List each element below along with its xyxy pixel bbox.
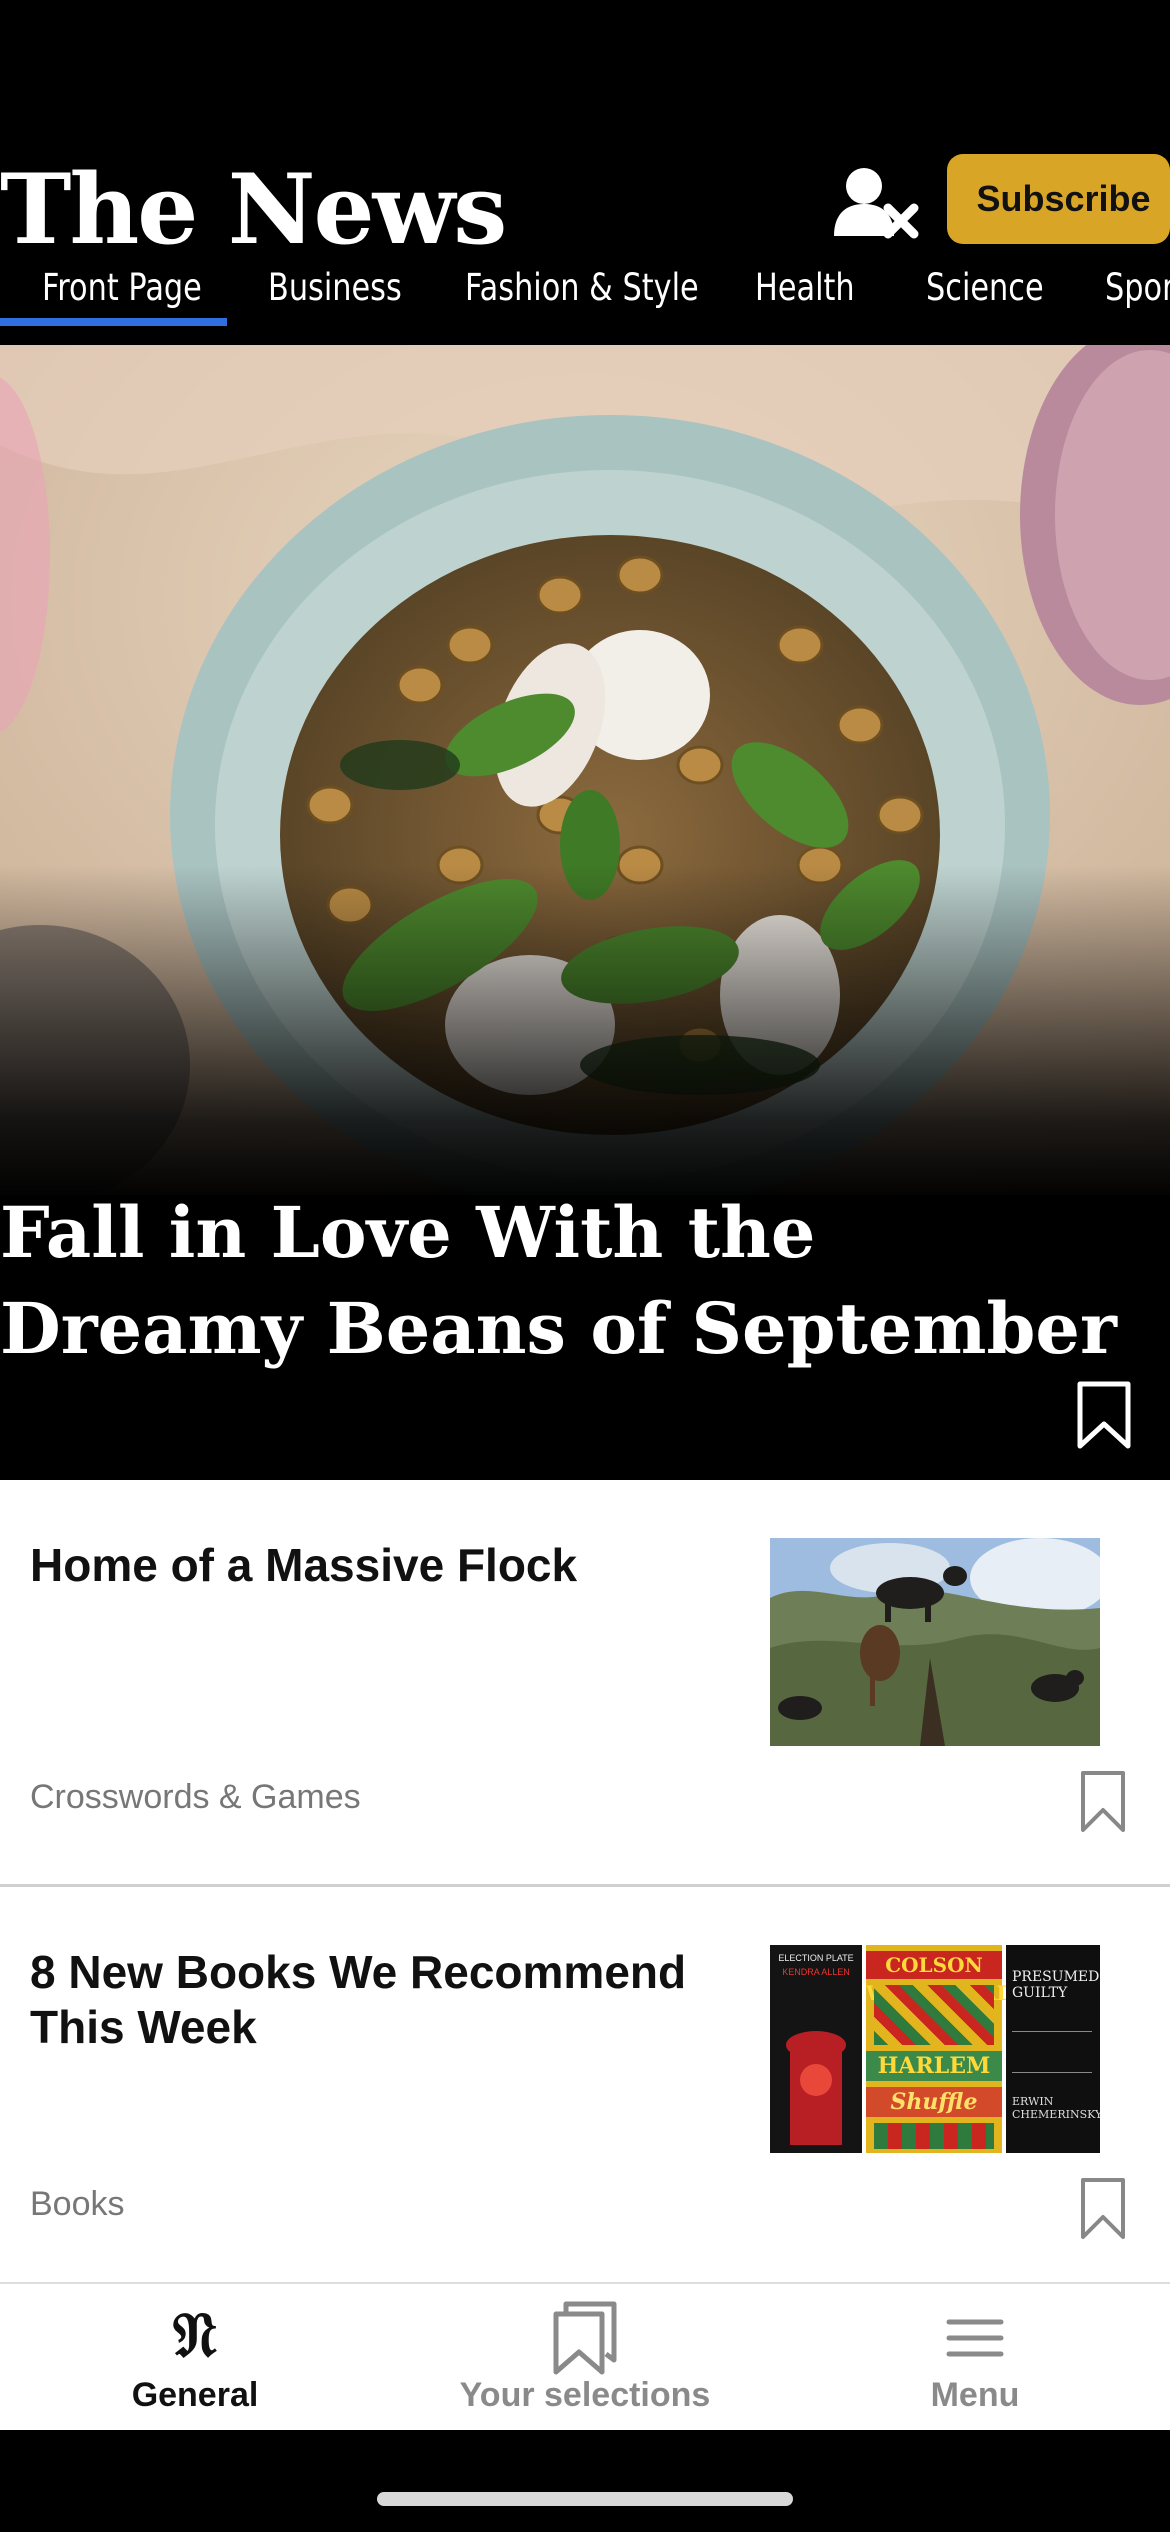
hero-headline-line-2: Dreamy Beans of September: [0, 1287, 1117, 1370]
book-cover-art: [874, 1985, 994, 2045]
book-cover: COLSON WHITEHEAD HARLEM Shuffle: [866, 1945, 1014, 2153]
book-cover-title: PRESUMED GUILTY: [1012, 1969, 1100, 2001]
app-logo[interactable]: The News: [0, 150, 507, 270]
tab-health[interactable]: Health: [755, 260, 855, 345]
subscribe-button[interactable]: Subscribe: [947, 154, 1170, 244]
tab-menu[interactable]: Menu: [780, 2284, 1170, 2432]
article-section: Crosswords & Games: [30, 1778, 361, 1816]
tab-label: General: [131, 2376, 259, 2414]
goats-in-tree-photo: [770, 1538, 1100, 1746]
tab-business[interactable]: Business: [268, 260, 402, 345]
bookmark-icon[interactable]: [1076, 1380, 1132, 1450]
tab-front-page[interactable]: Front Page: [42, 260, 202, 345]
tab-label: Your selections: [459, 2376, 711, 2414]
article-card[interactable]: 8 New Books We Recommend This Week ELECT…: [0, 1887, 1170, 2292]
account-blocked-icon[interactable]: [830, 158, 920, 248]
news-logo-icon: 𝔑: [172, 2298, 218, 2371]
book-cover-title: COLSON WHITEHEAD: [866, 1951, 1014, 2005]
book-cover-author: KENDRA ALLEN: [782, 1967, 850, 1977]
book-cover-rule: [1012, 2031, 1092, 2073]
book-cover-art: [874, 2123, 994, 2149]
hamburger-menu-icon: [946, 2319, 1004, 2357]
article-section: Books: [30, 2185, 125, 2223]
book-cover-author: ERWIN CHEMERINSKY: [1012, 2095, 1100, 2121]
bookmarks-icon: [553, 2301, 617, 2375]
tab-science[interactable]: Science: [926, 260, 1044, 345]
book-cover-art: [786, 2031, 846, 2145]
bottom-tab-bar: 𝔑 General Your selections Menu: [0, 2282, 1170, 2432]
book-cover: PRESUMED GUILTY ERWIN CHEMERINSKY: [1006, 1945, 1100, 2153]
hero-headline[interactable]: Fall in Love With the Dreamy Beans of Se…: [0, 1185, 1160, 1377]
book-cover-tagline: Shuffle: [866, 2087, 1002, 2117]
tab-sports[interactable]: Sports: [1105, 260, 1170, 345]
hero-article[interactable]: Fall in Love With the Dreamy Beans of Se…: [0, 345, 1170, 1480]
home-indicator-area: [0, 2430, 1170, 2532]
tab-fashion-style[interactable]: Fashion & Style: [465, 260, 699, 345]
bookmark-icon[interactable]: [1080, 1770, 1126, 1834]
article-title[interactable]: 8 New Books We Recommend This Week: [30, 1945, 730, 2055]
tab-label: Menu: [930, 2376, 1020, 2414]
active-tab-indicator: [0, 318, 227, 326]
book-cover-title: ELECTION PLATE: [778, 1953, 854, 1963]
section-tabs: Front Page Business Fashion & Style Heal…: [0, 260, 1170, 345]
article-card[interactable]: Home of a Massive Flock Crosswords & Gam…: [0, 1480, 1170, 1885]
bookmark-icon[interactable]: [1080, 2177, 1126, 2241]
hero-headline-line-1: Fall in Love With the: [0, 1191, 816, 1274]
book-cover-subtitle: HARLEM: [866, 2051, 1002, 2081]
tab-general[interactable]: 𝔑 General: [0, 2284, 390, 2432]
tab-your-selections[interactable]: Your selections: [390, 2284, 780, 2432]
app-header: The News Subscribe Front Page Business F…: [0, 140, 1170, 345]
home-indicator[interactable]: [377, 2492, 793, 2506]
book-cover: ELECTION PLATE KENDRA ALLEN: [770, 1945, 862, 2153]
hero-gradient: [0, 865, 1170, 1205]
status-bar: [0, 0, 1170, 140]
article-title[interactable]: Home of a Massive Flock: [30, 1538, 730, 1593]
book-covers-photo: ELECTION PLATE KENDRA ALLEN COLSON WHITE…: [770, 1945, 1100, 2153]
